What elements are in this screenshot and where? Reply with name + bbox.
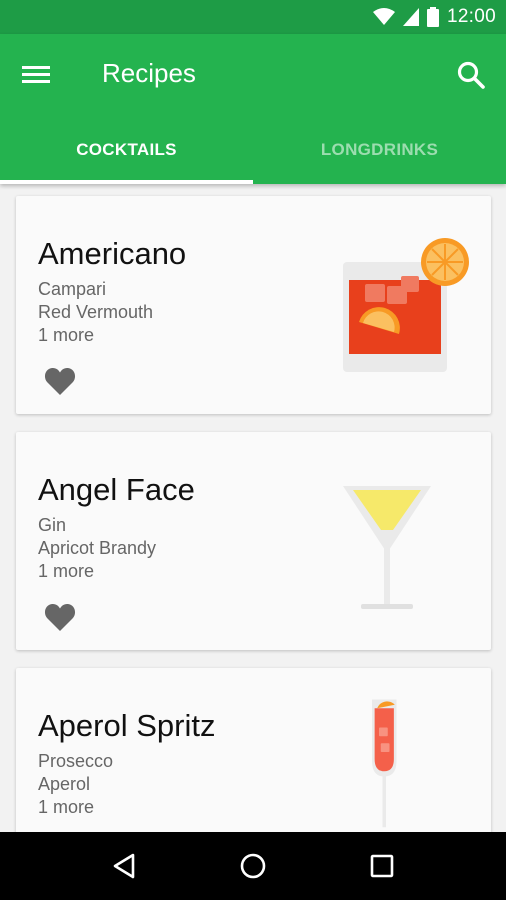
martini-glass-icon — [343, 486, 431, 609]
page-title: Recipes — [102, 58, 196, 88]
ingredient-list: Gin Apricot Brandy 1 more — [38, 514, 156, 583]
menu-icon-line — [22, 66, 50, 69]
ingredient: Prosecco — [38, 751, 114, 771]
menu-icon-line — [22, 80, 50, 83]
favorite-button[interactable] — [44, 366, 76, 396]
home-button[interactable] — [233, 846, 273, 886]
recipe-list[interactable]: Americano Campari Red Vermouth 1 more An… — [0, 184, 506, 832]
more-ingredients: 1 more — [38, 561, 95, 581]
ingredient: Aperol — [38, 774, 91, 794]
recipe-card-americano[interactable]: Americano Campari Red Vermouth 1 more — [16, 196, 491, 414]
heart-icon — [44, 603, 76, 631]
home-icon — [240, 853, 266, 879]
recipe-card-angel-face[interactable]: Angel Face Gin Apricot Brandy 1 more — [16, 432, 491, 650]
recipe-name: Aperol Spritz — [38, 708, 216, 743]
menu-icon-line — [22, 73, 50, 76]
search-icon — [457, 61, 485, 89]
status-bar: 12:00 — [0, 0, 506, 34]
heart-icon — [44, 367, 76, 395]
signal-icon — [402, 8, 419, 26]
more-ingredients: 1 more — [38, 797, 95, 817]
more-ingredients: 1 more — [38, 325, 95, 345]
tumbler-glass-icon — [343, 238, 469, 372]
ingredient: Gin — [38, 515, 67, 535]
search-button[interactable] — [454, 58, 488, 92]
tab-cocktails[interactable]: COCKTAILS — [0, 116, 253, 184]
flute-glass-icon — [372, 699, 397, 828]
ingredient-list: Prosecco Aperol 1 more — [38, 750, 113, 819]
ingredient: Campari — [38, 279, 107, 299]
app-bar: Recipes COCKTAILS LONGDRINKS — [0, 34, 506, 184]
recipe-name: Americano — [38, 236, 187, 271]
system-nav-bar — [0, 832, 506, 900]
back-icon — [114, 853, 135, 879]
wifi-icon — [372, 8, 395, 25]
menu-button[interactable] — [22, 60, 58, 90]
favorite-button[interactable] — [44, 602, 76, 632]
status-icons: 12:00 — [372, 6, 496, 28]
tab-bar: COCKTAILS LONGDRINKS — [0, 116, 506, 184]
ingredient: Apricot Brandy — [38, 538, 157, 558]
recents-button[interactable] — [362, 846, 402, 886]
clock: 12:00 — [446, 6, 496, 27]
battery-icon — [426, 7, 439, 27]
recents-icon — [370, 854, 393, 878]
recipe-card-aperol-spritz[interactable]: Aperol Spritz Prosecco Aperol 1 more — [16, 668, 491, 832]
tab-longdrinks[interactable]: LONGDRINKS — [253, 116, 506, 184]
back-button[interactable] — [104, 846, 144, 886]
recipe-name: Angel Face — [38, 472, 195, 507]
ingredient-list: Campari Red Vermouth 1 more — [38, 278, 153, 347]
ingredient: Red Vermouth — [38, 302, 154, 322]
